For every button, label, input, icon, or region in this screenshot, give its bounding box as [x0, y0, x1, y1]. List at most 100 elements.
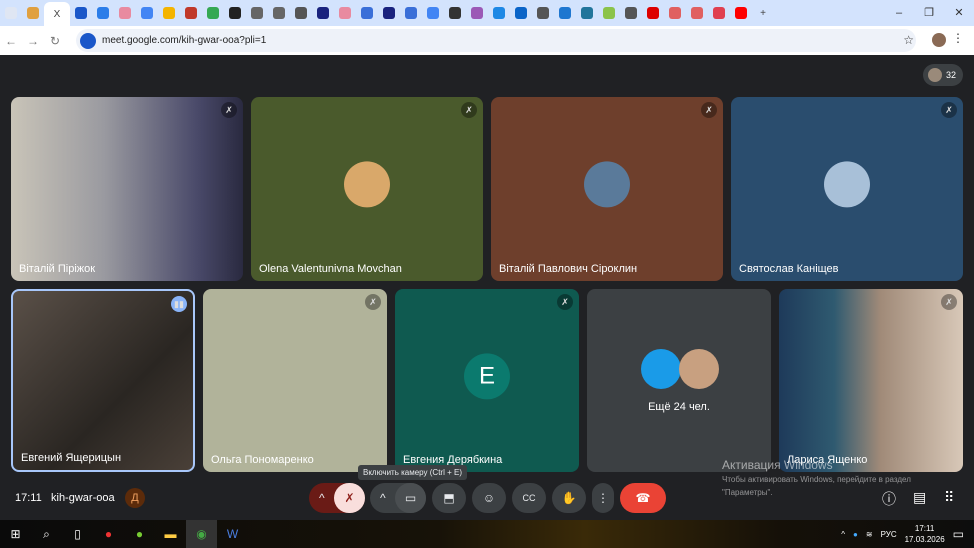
mic-off-icon: ✗ — [461, 102, 477, 118]
present-button[interactable]: ⬒ — [432, 483, 466, 513]
speaking-indicator-icon: ▮▮ — [171, 296, 187, 312]
chevron-down-icon — [5, 7, 17, 19]
menu-icon[interactable]: ⋮ — [952, 31, 964, 45]
participant-tile[interactable]: Святослав Каніщев ✗ — [731, 97, 963, 281]
close-window-button[interactable]: ✕ — [944, 0, 974, 26]
participant-avatar — [584, 161, 630, 208]
browser-tab[interactable] — [730, 2, 752, 24]
browser-tab[interactable] — [620, 2, 642, 24]
pdf-icon — [251, 7, 263, 19]
browser-tab[interactable] — [642, 2, 664, 24]
host-controls-icon[interactable]: Д — [125, 488, 145, 508]
forward-icon[interactable]: → — [22, 34, 44, 48]
participant-tile[interactable]: Евгений Ящерицын ▮▮ — [11, 289, 195, 472]
profile-avatar[interactable] — [932, 33, 946, 47]
participant-tile[interactable]: E Евгения Дерябкина ✗ — [395, 289, 579, 472]
new-tab-button[interactable]: + — [752, 2, 774, 24]
browser-tab[interactable] — [180, 2, 202, 24]
language-indicator[interactable]: РУС — [881, 530, 897, 539]
book-icon — [317, 7, 329, 19]
reactions-button[interactable]: ☺ — [472, 483, 506, 513]
browser-tab[interactable] — [312, 2, 334, 24]
participant-name: Ольга Пономаренко — [211, 454, 314, 466]
participant-tile[interactable]: Ещё 24 чел. — [587, 289, 771, 472]
browser-tab[interactable] — [136, 2, 158, 24]
browser-tab[interactable] — [246, 2, 268, 24]
browser-tab[interactable] — [576, 2, 598, 24]
browser-tab[interactable] — [532, 2, 554, 24]
clock-date: 17.03.2026 — [904, 535, 945, 544]
url-text[interactable]: meet.google.com/kih-gwar-ooa?pli=1 — [102, 35, 266, 46]
participant-tile[interactable]: Ольга Пономаренко ✗ — [203, 289, 387, 472]
browser-tab[interactable] — [664, 2, 686, 24]
task-view-icon[interactable]: ▯ — [62, 520, 93, 548]
participants-button[interactable]: 32 — [923, 64, 963, 86]
back-icon[interactable]: ← — [0, 34, 22, 48]
browser-tab[interactable] — [290, 2, 312, 24]
browser-tab[interactable] — [466, 2, 488, 24]
youtube-icon — [735, 7, 747, 19]
browser-tab[interactable] — [510, 2, 532, 24]
utorrent-icon[interactable]: ● — [124, 520, 155, 548]
browser-tab[interactable] — [224, 2, 246, 24]
browser-tab[interactable] — [422, 2, 444, 24]
more-options-button[interactable]: ⋮ — [592, 483, 614, 513]
address-bar[interactable]: meet.google.com/kih-gwar-ooa?pli=1 — [76, 29, 916, 52]
browser-tab[interactable] — [268, 2, 290, 24]
browser-tab[interactable] — [202, 2, 224, 24]
hang-up-icon: ☎ — [635, 491, 651, 505]
tab-strip: X + — [0, 0, 974, 26]
chat-icon[interactable]: ▤ — [913, 489, 926, 506]
browser-tab[interactable] — [70, 2, 92, 24]
captions-icon: CC — [522, 493, 536, 503]
minimize-button[interactable]: – — [884, 0, 914, 26]
browser-tab[interactable] — [400, 2, 422, 24]
notifications-icon[interactable]: ▭ — [953, 527, 964, 541]
browser-tab[interactable]: X — [44, 2, 70, 26]
browser-tab[interactable] — [488, 2, 510, 24]
file-explorer-icon[interactable]: ▬ — [155, 520, 186, 548]
browser-tab[interactable] — [114, 2, 136, 24]
participant-name: Віталій Піріжок — [19, 263, 96, 275]
network-icon[interactable]: ≋ — [866, 530, 873, 539]
mic-off-icon: ✗ — [941, 102, 957, 118]
browser-tab[interactable] — [554, 2, 576, 24]
browser-tab[interactable] — [708, 2, 730, 24]
participant-tile[interactable]: Лариса Ященко ✗ — [779, 289, 963, 472]
info-icon[interactable]: ⓘ — [882, 489, 896, 509]
doc-icon — [97, 7, 109, 19]
browser-tab[interactable] — [686, 2, 708, 24]
bookmark-star-icon[interactable]: ☆ — [903, 33, 914, 47]
app-icon[interactable]: ● — [93, 520, 124, 548]
browser-tab[interactable] — [92, 2, 114, 24]
raise-hand-button[interactable]: ✋ — [552, 483, 586, 513]
participant-tile[interactable]: Olena Valentunivna Movchan ✗ — [251, 97, 483, 281]
tray-chevron-icon[interactable]: ^ — [841, 530, 845, 539]
end-call-button[interactable]: ☎ — [620, 483, 666, 513]
activities-icon[interactable]: ⠿ — [944, 489, 954, 506]
captions-button[interactable]: CC — [512, 483, 546, 513]
word-icon[interactable]: W — [217, 520, 248, 548]
participant-tile[interactable]: Віталій Павлович Сіроклин ✗ — [491, 97, 723, 281]
start-icon[interactable]: ⊞ — [0, 520, 31, 548]
browser-tab[interactable] — [158, 2, 180, 24]
chrome-icon[interactable]: ◉ — [186, 520, 217, 548]
browser-tab[interactable] — [334, 2, 356, 24]
reload-icon[interactable]: ↻ — [44, 34, 66, 48]
onedrive-icon[interactable]: ● — [853, 530, 858, 539]
browser-tab[interactable] — [378, 2, 400, 24]
browser-tab[interactable] — [444, 2, 466, 24]
camera-button[interactable]: ▭ — [395, 483, 426, 513]
browser-tab[interactable] — [22, 2, 44, 24]
maximize-button[interactable]: ❐ — [914, 0, 944, 26]
browser-tab[interactable] — [356, 2, 378, 24]
participant-avatar — [679, 349, 719, 389]
browser-tab[interactable] — [0, 2, 22, 24]
mic-muted-button[interactable]: ✗ — [334, 483, 365, 513]
participant-tile[interactable]: Віталій Піріжок ✗ — [11, 97, 243, 281]
red-icon — [691, 7, 703, 19]
clock[interactable]: 17:11 17.03.2026 — [905, 523, 945, 545]
search-icon[interactable]: ⌕ — [31, 520, 62, 548]
browser-tab[interactable] — [598, 2, 620, 24]
mic-off-icon: ✗ — [344, 491, 355, 505]
